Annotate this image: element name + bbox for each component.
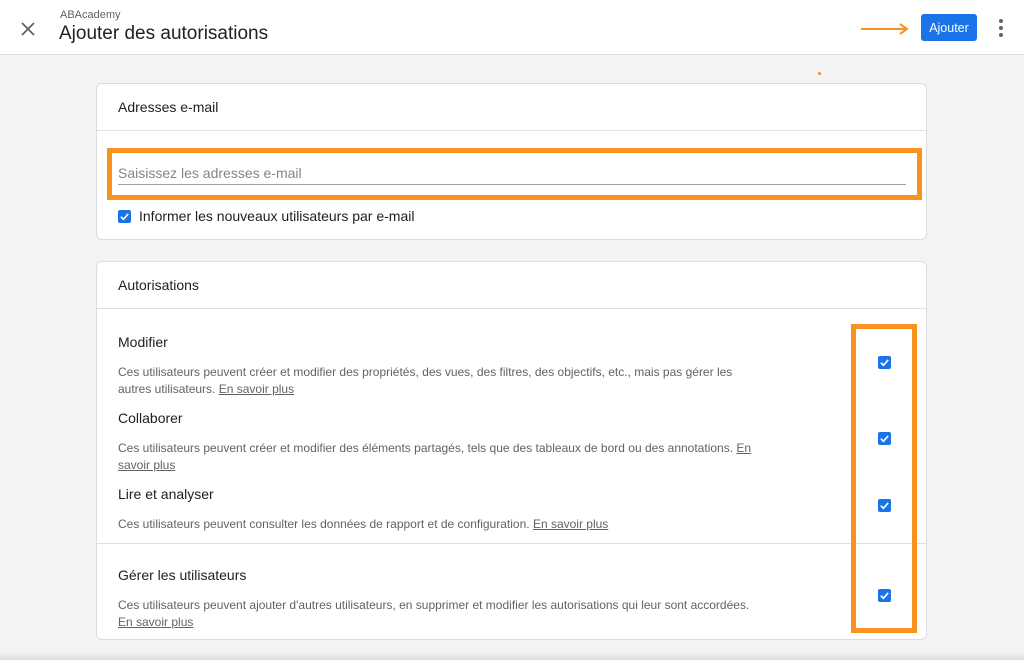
bottom-shadow xyxy=(0,652,1024,660)
more-vert-icon[interactable] xyxy=(992,16,1010,40)
account-name: ABAcademy xyxy=(60,9,121,21)
permissions-card: Autorisations Modifier Ces utilisateurs … xyxy=(96,261,927,640)
add-button[interactable]: Ajouter xyxy=(921,14,977,41)
notify-label: Informer les nouveaux utilisateurs par e… xyxy=(139,208,415,224)
highlight-dot xyxy=(818,72,821,75)
permission-item-lire-analyser: Lire et analyser Ces utilisateurs peuven… xyxy=(118,486,878,533)
permission-title: Collaborer xyxy=(118,410,183,426)
email-section-title: Adresses e-mail xyxy=(97,84,926,131)
learn-more-link[interactable]: En savoir plus xyxy=(533,517,608,531)
arrow-right-icon xyxy=(861,23,909,35)
permission-title: Gérer les utilisateurs xyxy=(118,567,247,583)
notify-checkbox[interactable] xyxy=(118,209,131,223)
page-title: Ajouter des autorisations xyxy=(59,23,269,44)
email-card: Adresses e-mail Informer les nouveaux ut… xyxy=(96,83,927,240)
checkbox-highlight-frame xyxy=(851,324,917,633)
notify-users-row[interactable]: Informer les nouveaux utilisateurs par e… xyxy=(118,208,414,224)
permission-description: Ces utilisateurs peuvent consulter les d… xyxy=(118,517,609,531)
permission-description: Ces utilisateurs peuvent créer et modifi… xyxy=(118,441,752,472)
permission-title: Lire et analyser xyxy=(118,486,214,502)
learn-more-link[interactable]: En savoir plus xyxy=(219,382,294,396)
learn-more-link[interactable]: En savoir plus xyxy=(118,615,193,629)
permission-item-collaborer: Collaborer Ces utilisateurs peuvent crée… xyxy=(118,410,878,474)
permission-description: Ces utilisateurs peuvent créer et modifi… xyxy=(118,365,733,396)
close-button[interactable] xyxy=(14,15,42,43)
check-icon xyxy=(120,212,129,220)
permission-item-gerer-utilisateurs: Gérer les utilisateurs Ces utilisateurs … xyxy=(118,567,878,631)
email-input[interactable] xyxy=(118,161,906,185)
permission-description: Ces utilisateurs peuvent ajouter d'autre… xyxy=(118,598,750,629)
divider xyxy=(97,543,926,544)
close-icon xyxy=(21,22,35,36)
permissions-section-title: Autorisations xyxy=(97,262,926,309)
permission-title: Modifier xyxy=(118,334,168,350)
top-bar: ABAcademy Ajouter des autorisations Ajou… xyxy=(0,0,1024,55)
permission-item-modifier: Modifier Ces utilisateurs peuvent créer … xyxy=(118,334,878,398)
